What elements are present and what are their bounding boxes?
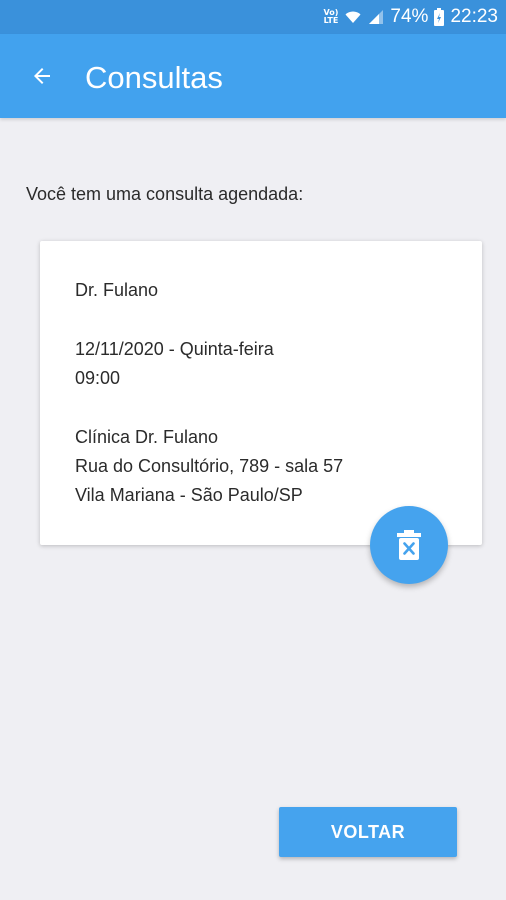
battery-percent: 74% xyxy=(390,6,429,27)
delete-appointment-button[interactable] xyxy=(370,506,448,584)
wifi-icon xyxy=(345,11,361,23)
volte-icon: Vo) LTE xyxy=(323,8,339,25)
doctor-name: Dr. Fulano xyxy=(75,280,159,300)
trash-delete-icon xyxy=(397,530,421,560)
appointment-intro-text: Você tem uma consulta agendada: xyxy=(26,184,304,204)
back-arrow-button[interactable] xyxy=(26,60,58,92)
clinic-address-line2: Vila Mariana - São Paulo/SP xyxy=(75,485,303,505)
battery-charging-icon xyxy=(434,8,445,26)
signal-icon xyxy=(369,10,384,24)
app-bar: Consultas xyxy=(0,34,506,118)
clinic-address-line1: Rua do Consultório, 789 - sala 57 xyxy=(75,456,344,476)
clinic-name: Clínica Dr. Fulano xyxy=(75,427,219,447)
voltar-button[interactable]: VOLTAR xyxy=(279,807,457,857)
appointment-card: Dr. Fulano 12/11/2020 - Quinta-feira 09:… xyxy=(40,241,482,545)
status-bar: Vo) LTE 74% 22:23 xyxy=(0,0,506,34)
status-icons: Vo) LTE 74% 22:23 xyxy=(324,0,498,34)
arrow-back-icon xyxy=(34,68,50,84)
appointment-time: 09:00 xyxy=(75,368,121,388)
status-time: 22:23 xyxy=(450,6,498,27)
appointment-date: 12/11/2020 - Quinta-feira xyxy=(75,339,274,359)
page-title: Consultas xyxy=(85,60,223,95)
